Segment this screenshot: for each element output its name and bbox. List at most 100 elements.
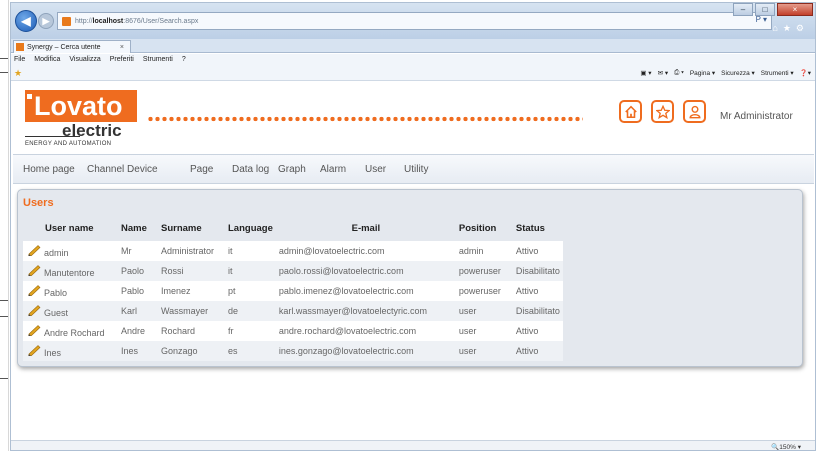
star-icon	[655, 104, 670, 119]
table-row[interactable]: Pablo Pablo Imenez pt pablo.imenez@lovatoele…	[23, 281, 563, 301]
name-cell: Andre	[118, 321, 158, 341]
table-row[interactable]: admin Mr Administrator it admin@lovatoelectr…	[23, 241, 563, 261]
user-button[interactable]	[683, 100, 706, 123]
col-position: Position	[458, 222, 497, 234]
close-button[interactable]: ×	[777, 3, 813, 16]
nav-utility[interactable]: Utility	[404, 164, 428, 175]
logo-tagline: ENERGY AND AUTOMATION	[25, 141, 112, 147]
email-cell: admin@lovatoelectric.com	[275, 241, 456, 261]
cmd-strumenti[interactable]: Strumenti ▾	[761, 69, 794, 77]
address-bar[interactable]: http://localhost:8676/User/Search.aspx P…	[57, 12, 772, 30]
email-cell: pablo.imenez@lovatoelectric.com	[275, 281, 456, 301]
site-icon	[16, 43, 24, 51]
email-cell: andre.rochard@lovatoelectric.com	[275, 321, 456, 341]
name-cell: Paolo	[118, 261, 158, 281]
name-cell: Karl	[118, 301, 158, 321]
help-icon[interactable]: ❓▾	[800, 69, 811, 77]
email-cell: ines.gonzago@lovatoelectric.com	[275, 341, 456, 361]
menu-strumenti[interactable]: Strumenti	[143, 56, 173, 63]
pencil-icon[interactable]	[26, 324, 42, 337]
surname-cell: Gonzago	[158, 341, 225, 361]
arrow-right-icon: ▶	[42, 15, 50, 26]
menu-visualizza[interactable]: Visualizza	[69, 56, 100, 63]
pencil-icon[interactable]	[26, 304, 42, 317]
home-icon[interactable]: ⌂	[772, 23, 782, 33]
nav-home-page[interactable]: Home page	[23, 164, 75, 175]
decorative-dots	[147, 116, 583, 122]
user-name-text: Guest	[44, 308, 69, 318]
user-name-cell: Manutentore	[23, 261, 118, 281]
main-nav: Home page Channel Device Page Data log G…	[13, 154, 814, 184]
logo-sub: electric	[62, 121, 122, 140]
surname-cell: Rochard	[158, 321, 225, 341]
nav-user[interactable]: User	[365, 164, 386, 175]
user-name-cell: Pablo	[23, 281, 118, 301]
gear-icon[interactable]: ⚙	[796, 23, 809, 33]
pencil-icon[interactable]	[26, 244, 42, 257]
user-icon	[688, 105, 701, 118]
home-button[interactable]	[619, 100, 642, 123]
address-tools[interactable]: P ▾	[756, 15, 767, 24]
nav-graph[interactable]: Graph	[278, 164, 306, 175]
col-status: Status	[515, 222, 545, 234]
window-controls: – □ ×	[733, 3, 813, 16]
user-name-text: Pablo	[44, 288, 68, 298]
table-row[interactable]: Guest Karl Wassmayer de karl.wassmayer@lovat…	[23, 301, 563, 321]
menu-modifica[interactable]: Modifica	[34, 56, 60, 63]
nav-alarm[interactable]: Alarm	[320, 164, 346, 175]
table-row[interactable]: Ines Ines Gonzago es ines.gonzago@lovatoelec…	[23, 341, 563, 361]
user-name-cell: Andre Rochard	[23, 321, 118, 341]
surname-cell: Administrator	[158, 241, 225, 261]
cmd-sicurezza[interactable]: Sicurezza ▾	[721, 69, 755, 77]
zoom-value: 150%	[779, 444, 796, 451]
users-table-header: User name Name Surname Language E-mail P…	[23, 215, 563, 241]
name-cell: Ines	[118, 341, 158, 361]
user-name-text: admin	[44, 248, 69, 258]
users-table: User name Name Surname Language E-mail P…	[23, 215, 563, 361]
favorites-star-icon[interactable]: ★	[14, 68, 22, 79]
nav-channel-device[interactable]: Channel Device	[87, 164, 158, 175]
nav-data-log[interactable]: Data log	[232, 164, 269, 175]
back-button[interactable]: ◀	[15, 10, 37, 32]
pencil-icon[interactable]	[26, 264, 42, 277]
pencil-icon[interactable]	[26, 344, 42, 357]
tab-synergy[interactable]: Synergy – Cerca utente ×	[13, 40, 131, 53]
status-cell: Attivo	[507, 341, 563, 361]
address-host: localhost	[92, 17, 124, 25]
print-icon[interactable]: ⎙ ▾	[674, 69, 684, 77]
nav-page[interactable]: Page	[190, 164, 213, 175]
name-cell: Mr	[118, 241, 158, 261]
surname-cell: Imenez	[158, 281, 225, 301]
table-row[interactable]: Manutentore Paolo Rossi it paolo.rossi@lovat…	[23, 261, 563, 281]
users-panel-title: Users	[23, 197, 54, 209]
zoom-level[interactable]: 🔍150% ▾	[771, 443, 801, 451]
menu-help[interactable]: ?	[182, 56, 186, 63]
col-name: Name	[121, 222, 147, 234]
forward-button[interactable]: ▶	[38, 13, 54, 29]
email-cell: paolo.rossi@lovatoelectric.com	[275, 261, 456, 281]
pencil-icon[interactable]	[26, 284, 42, 297]
table-row[interactable]: Andre Rochard Andre Rochard fr andre.rochard…	[23, 321, 563, 341]
favorites-button[interactable]	[651, 100, 674, 123]
close-icon[interactable]: ×	[120, 44, 124, 51]
browser-toolbar-icons: ⌂★⚙	[772, 23, 809, 34]
logo-main: Lovato	[25, 90, 137, 122]
feeds-icon[interactable]: ▣ ▾	[640, 69, 651, 77]
maximize-button[interactable]: □	[755, 3, 775, 16]
cmd-pagina[interactable]: Pagina ▾	[690, 69, 715, 77]
mail-icon[interactable]: ✉ ▾	[658, 69, 669, 77]
position-cell: poweruser	[455, 261, 508, 281]
address-path: :8676/User/Search.aspx	[123, 17, 199, 25]
favorites-bar: ★ ▣ ▾ ✉ ▾ ⎙ ▾ Pagina ▾ Sicurezza ▾ Strum…	[11, 65, 815, 81]
home-icon	[624, 105, 637, 118]
status-bar: 🔍150% ▾	[11, 440, 815, 451]
col-language: Language	[228, 222, 273, 234]
menu-file[interactable]: File	[14, 56, 25, 63]
star-icon[interactable]: ★	[783, 23, 796, 33]
status-cell: Attivo	[507, 241, 563, 261]
lovato-logo[interactable]: Lovato electric ENERGY AND AUTOMATION	[25, 90, 137, 152]
user-name-cell: admin	[23, 241, 118, 261]
minimize-button[interactable]: –	[733, 3, 753, 16]
menu-preferiti[interactable]: Preferiti	[110, 56, 134, 63]
tab-row: Synergy – Cerca utente ×	[11, 39, 815, 53]
